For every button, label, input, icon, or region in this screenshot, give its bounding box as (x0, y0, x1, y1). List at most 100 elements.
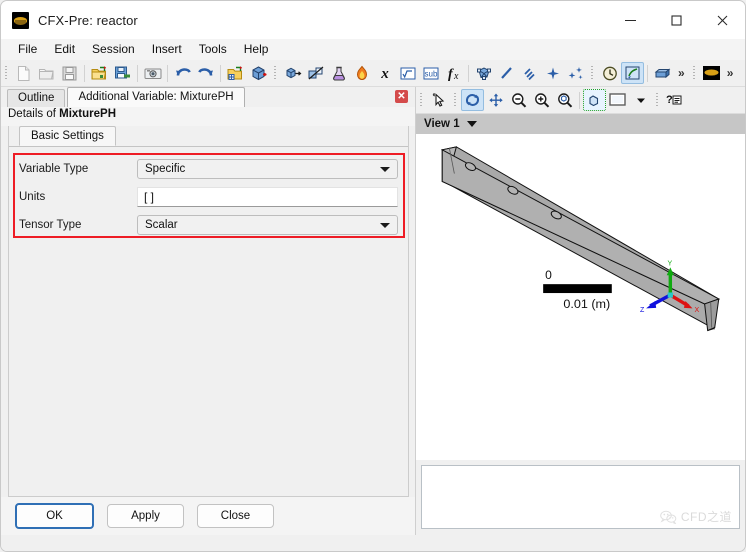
svg-text:sub: sub (424, 69, 437, 78)
chevron-down-icon[interactable] (629, 89, 652, 111)
details-header: Details of MixturePH (1, 107, 415, 126)
view-header-bar[interactable]: View 1 (416, 114, 745, 134)
mesh-cube-icon[interactable] (247, 62, 270, 84)
variable-sqrt-icon[interactable] (396, 62, 419, 84)
zoom-out-icon[interactable] (507, 89, 530, 111)
streamline-icon[interactable] (518, 62, 541, 84)
toolbar-grip[interactable] (654, 91, 661, 109)
import-mesh-grid-icon[interactable] (224, 62, 247, 84)
function-fx-icon[interactable]: fx (442, 62, 465, 84)
line-icon[interactable] (495, 62, 518, 84)
menu-item-session[interactable]: Session (84, 40, 144, 59)
chevron-down-icon (380, 222, 390, 228)
fit-view-icon[interactable] (583, 89, 606, 111)
units-input[interactable]: [ ] (137, 187, 398, 207)
cfx-logo-icon[interactable] (700, 62, 723, 84)
open-folder-icon[interactable] (35, 62, 58, 84)
basic-settings-form: Variable Type Specific Units [] Tensor … (19, 159, 398, 243)
mesh-region-icon[interactable] (472, 62, 495, 84)
chevron-down-icon[interactable] (466, 121, 477, 127)
close-tab-button[interactable]: ✕ (395, 90, 408, 103)
main-area: Outline Additional Variable: MixturePH ✕… (1, 87, 745, 535)
viewer-help-icon[interactable]: ? (663, 89, 686, 111)
reaction-flame-icon[interactable] (350, 62, 373, 84)
background-color-swatch-icon[interactable] (606, 89, 629, 111)
window-title: CFX-Pre: reactor (38, 12, 138, 28)
tab-additional-variable[interactable]: Additional Variable: MixturePH (67, 87, 245, 107)
import-mesh-icon[interactable] (88, 62, 111, 84)
redo-icon[interactable] (194, 62, 217, 84)
material-flask-icon[interactable] (327, 62, 350, 84)
save-icon[interactable] (58, 62, 81, 84)
variable-type-label: Variable Type (19, 163, 89, 175)
close-icon[interactable] (699, 1, 745, 39)
main-toolbar: x sub fx » » (1, 60, 745, 87)
camera-snapshot-icon[interactable] (141, 62, 164, 84)
timestep-clock-icon[interactable] (598, 62, 621, 84)
tab-strip: Outline Additional Variable: MixturePH ✕ (1, 87, 415, 107)
tensor-type-dropdown[interactable]: Scalar (137, 215, 398, 235)
details-prefix: Details of (8, 108, 60, 120)
apply-button[interactable]: Apply (107, 504, 184, 528)
message-output-panel[interactable]: CFD之道 (421, 465, 740, 529)
reactor-duct-geometry: 0 0.01 (m) Y X Z (440, 146, 720, 332)
new-document-icon[interactable] (12, 62, 35, 84)
select-cursor-icon[interactable] (427, 89, 450, 111)
domain-interface-icon[interactable] (304, 62, 327, 84)
close-button[interactable]: Close (197, 504, 274, 528)
left-pane: Outline Additional Variable: MixturePH ✕… (1, 87, 415, 535)
menu-item-tools[interactable]: Tools (191, 40, 236, 59)
tab-outline[interactable]: Outline (7, 89, 66, 107)
undo-icon[interactable] (171, 62, 194, 84)
menu-bar: File Edit Session Insert Tools Help (1, 39, 745, 60)
zoom-box-icon[interactable] (553, 89, 576, 111)
zoom-in-icon[interactable] (530, 89, 553, 111)
menu-item-help[interactable]: Help (236, 40, 278, 59)
tab-basic-settings[interactable]: Basic Settings (19, 126, 116, 146)
particle-icon[interactable] (564, 62, 587, 84)
solver-control-icon[interactable] (621, 62, 644, 84)
wechat-icon (660, 510, 677, 524)
rotate-icon[interactable] (461, 89, 484, 111)
menu-item-edit[interactable]: Edit (46, 40, 84, 59)
toolbar-separator (468, 64, 469, 82)
menu-item-file[interactable]: File (10, 40, 46, 59)
details-object-name: MixturePH (59, 108, 117, 120)
svg-text:?: ? (666, 94, 673, 106)
svg-text:x: x (380, 66, 389, 82)
toolbar-grip[interactable] (418, 91, 425, 109)
svg-text:Z: Z (640, 307, 645, 314)
form-row-variable-type: Variable Type Specific (19, 159, 398, 179)
svg-text:Y: Y (667, 260, 672, 267)
toolbar-grip[interactable] (3, 64, 10, 82)
toolbar-separator (167, 64, 168, 82)
expression-icon[interactable]: x (373, 62, 396, 84)
form-row-tensor-type: Tensor Type Scalar (19, 215, 398, 235)
subdomain-icon[interactable]: sub (419, 62, 442, 84)
menu-item-insert[interactable]: Insert (144, 40, 191, 59)
toolbar-grip[interactable] (691, 64, 698, 82)
ok-button[interactable]: OK (15, 503, 94, 529)
domain-icon[interactable] (281, 62, 304, 84)
cfx-overflow-chevron-icon[interactable]: » (723, 66, 738, 80)
variable-type-dropdown[interactable]: Specific (137, 159, 398, 179)
chevron-down-icon (380, 166, 390, 172)
viewer-canvas[interactable]: 0 0.01 (m) Y X Z (416, 134, 745, 460)
point-icon[interactable] (541, 62, 564, 84)
pan-icon[interactable] (484, 89, 507, 111)
toolbar-grip[interactable] (589, 64, 596, 82)
tensor-type-value: Scalar (145, 219, 178, 231)
export-mesh-icon[interactable] (111, 62, 134, 84)
minimize-icon[interactable] (607, 1, 653, 39)
tensor-type-label: Tensor Type (19, 219, 82, 231)
svg-text:x: x (453, 71, 459, 82)
maximize-icon[interactable] (653, 1, 699, 39)
toolbar-grip[interactable] (452, 91, 459, 109)
define-run-box-icon[interactable] (651, 62, 674, 84)
toolbar-overflow-chevron-icon[interactable]: » (674, 66, 689, 80)
sub-tab-strip: Basic Settings (9, 126, 408, 146)
toolbar-separator (84, 64, 85, 82)
units-label: Units (19, 191, 46, 203)
settings-panel: Basic Settings Variable Type Specific Un… (8, 126, 409, 497)
toolbar-grip[interactable] (272, 64, 279, 82)
